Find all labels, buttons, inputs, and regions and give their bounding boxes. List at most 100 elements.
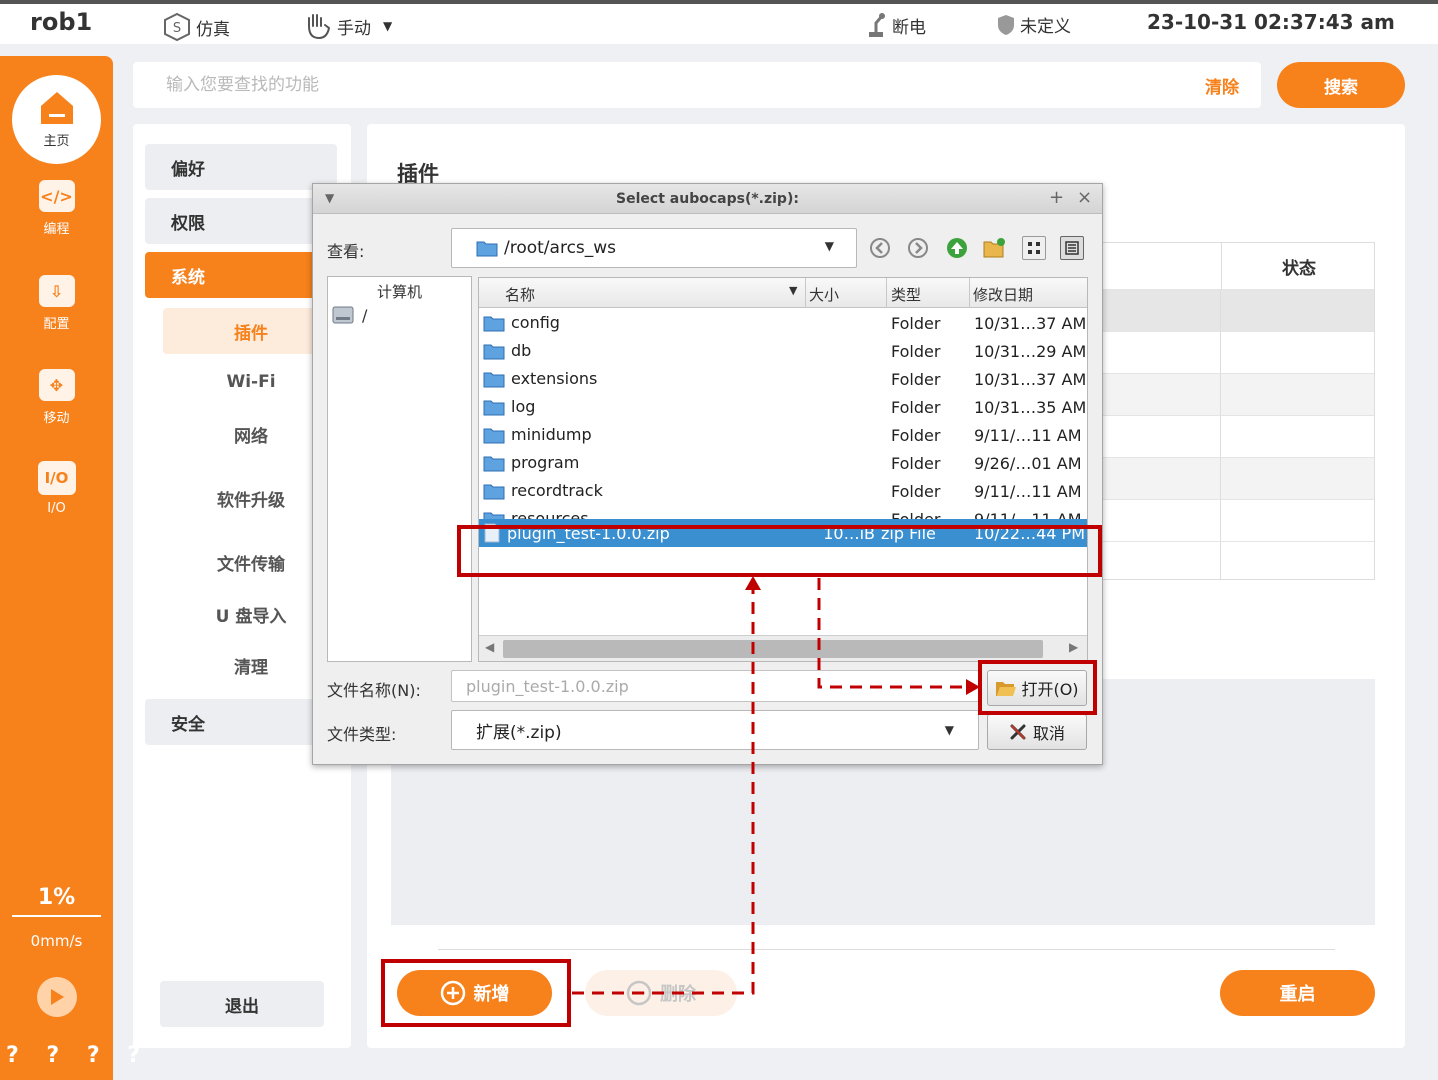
- sidebar-item-root[interactable]: /: [332, 305, 367, 325]
- column-divider: [886, 278, 887, 308]
- detail-view-button[interactable]: [1060, 236, 1084, 260]
- file-name: program: [511, 453, 580, 472]
- column-size[interactable]: 大小: [809, 284, 839, 305]
- nav-configuration[interactable]: ⇩ 配置: [0, 275, 113, 332]
- power-status[interactable]: 断电: [866, 12, 926, 38]
- file-row[interactable]: config Folder 10/31…37 AM: [479, 309, 1087, 337]
- folder-icon: [483, 456, 505, 471]
- home-button[interactable]: 主页: [12, 75, 101, 164]
- file-type: Folder: [891, 454, 941, 473]
- table-row[interactable]: [1068, 415, 1374, 457]
- table-row[interactable]: [1068, 457, 1374, 499]
- folder-icon: [483, 316, 505, 331]
- file-date: 10/31…37 AM: [974, 314, 1087, 333]
- safety-status[interactable]: 未定义: [996, 12, 1071, 37]
- nav-move-label: 移动: [43, 411, 70, 426]
- hard-drive-icon: [332, 306, 354, 324]
- file-row[interactable]: program Folder 9/26/…01 AM: [479, 449, 1087, 477]
- menu-preference[interactable]: 偏好: [145, 144, 337, 190]
- robot-name: rob1: [30, 8, 93, 36]
- file-row[interactable]: recordtrack Folder 9/11/…11 AM: [479, 477, 1087, 505]
- file-name: recordtrack: [511, 481, 603, 500]
- column-date[interactable]: 修改日期: [973, 284, 1033, 305]
- sort-indicator-icon: ▼: [789, 284, 798, 297]
- table-row[interactable]: [1068, 331, 1374, 373]
- help-placeholder: ? ? ? ?: [6, 1043, 151, 1068]
- status-column-header: 状态: [1221, 243, 1376, 289]
- hand-icon: [308, 14, 331, 40]
- io-icon: I/O: [37, 461, 76, 495]
- highlight-add-button: [381, 959, 571, 1027]
- sidebar-item-label: /: [362, 305, 368, 325]
- dialog-title: Select aubocaps(*.zip):: [616, 191, 799, 207]
- highlight-open-button: [978, 660, 1097, 715]
- play-button[interactable]: [37, 977, 77, 1017]
- delete-button[interactable]: 删除: [585, 970, 737, 1016]
- speed-percent[interactable]: 1%: [0, 885, 113, 910]
- new-folder-icon: [983, 238, 1005, 258]
- cancel-button[interactable]: 取消: [987, 714, 1087, 750]
- file-row[interactable]: db Folder 10/31…29 AM: [479, 337, 1087, 365]
- chevron-down-icon: ▼: [824, 239, 834, 253]
- places-sidebar: 计算机 /: [327, 276, 472, 662]
- file-type: Folder: [891, 342, 941, 361]
- back-button[interactable]: [868, 236, 892, 260]
- search-button[interactable]: 搜索: [1277, 62, 1405, 108]
- column-type[interactable]: 类型: [891, 284, 921, 305]
- file-type: Folder: [891, 482, 941, 501]
- folder-icon: [483, 512, 505, 519]
- icon-view-button[interactable]: [1022, 236, 1046, 260]
- folder-icon: [483, 344, 505, 359]
- menu-system[interactable]: 系统: [145, 252, 337, 298]
- filename-label: 文件名称(N):: [327, 681, 421, 700]
- logout-button[interactable]: 退出: [160, 981, 324, 1027]
- filename-input[interactable]: [451, 670, 979, 702]
- file-row[interactable]: resources Folder 9/11/…11 AM: [479, 505, 1087, 519]
- divider: [438, 949, 1335, 950]
- table-row[interactable]: [1068, 541, 1374, 579]
- nav-move[interactable]: ✥ 移动: [0, 369, 113, 426]
- file-name: extensions: [511, 369, 598, 388]
- speed-value: 0mm/s: [30, 932, 83, 950]
- menu-security[interactable]: 安全: [145, 699, 337, 745]
- nav-programming[interactable]: </> 编程: [0, 180, 113, 237]
- scroll-right-icon[interactable]: ▶: [1069, 640, 1078, 654]
- shield-icon: [998, 14, 1014, 35]
- search-input[interactable]: [133, 62, 1173, 108]
- file-date: 10/31…37 AM: [974, 370, 1087, 389]
- parent-dir-button[interactable]: [945, 236, 969, 260]
- file-name: resources: [511, 509, 589, 519]
- forward-button[interactable]: [906, 236, 930, 260]
- path-dropdown[interactable]: /root/arcs_ws ▼: [451, 228, 857, 268]
- scrollbar-thumb[interactable]: [503, 640, 1043, 658]
- file-row[interactable]: log Folder 10/31…35 AM: [479, 393, 1087, 421]
- forward-icon: [908, 238, 928, 258]
- table-row[interactable]: [1068, 373, 1374, 415]
- horizontal-scrollbar[interactable]: ◀ ▶: [479, 635, 1087, 661]
- table-row[interactable]: [1068, 289, 1374, 331]
- file-row[interactable]: minidump Folder 9/11/…11 AM: [479, 421, 1087, 449]
- nav-io[interactable]: I/O I/O: [0, 461, 113, 516]
- file-name: config: [511, 313, 560, 332]
- mode-dropdown[interactable]: 手动 ▼: [303, 12, 392, 40]
- menu-permission[interactable]: 权限: [145, 198, 337, 244]
- file-type: Folder: [891, 370, 941, 389]
- clear-button[interactable]: 清除: [1205, 73, 1239, 98]
- clock: 23-10-31 02:37:43 am: [1147, 10, 1395, 34]
- simulation-toggle[interactable]: S 仿真: [162, 12, 230, 42]
- file-type: Folder: [891, 510, 940, 519]
- file-date: 9/11/…11 AM: [974, 510, 1082, 519]
- restart-button[interactable]: 重启: [1220, 970, 1375, 1016]
- file-type: Folder: [891, 398, 941, 417]
- table-row[interactable]: [1068, 499, 1374, 541]
- new-folder-button[interactable]: [983, 236, 1007, 260]
- file-row[interactable]: extensions Folder 10/31…37 AM: [479, 365, 1087, 393]
- file-date: 10/31…29 AM: [974, 342, 1087, 361]
- close-icon[interactable]: ×: [1077, 187, 1092, 208]
- filetype-dropdown[interactable]: 扩展(*.zip) ▼: [451, 710, 979, 750]
- column-name[interactable]: 名称: [505, 284, 535, 305]
- scroll-left-icon[interactable]: ◀: [485, 640, 494, 654]
- file-type: Folder: [891, 314, 941, 333]
- pin-icon[interactable]: +: [1049, 187, 1064, 208]
- dialog-titlebar[interactable]: ▼ Select aubocaps(*.zip): + ×: [313, 184, 1102, 214]
